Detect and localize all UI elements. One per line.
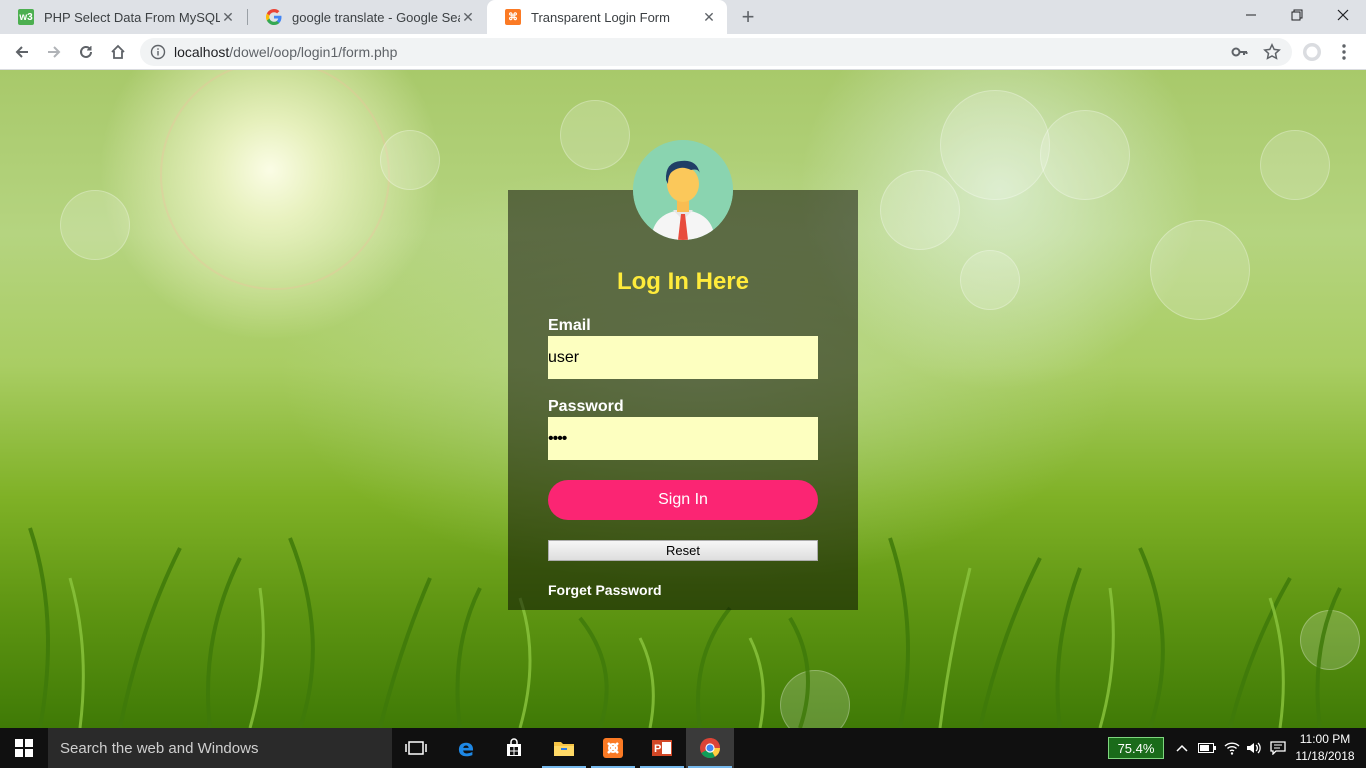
store-icon <box>507 738 521 756</box>
star-icon[interactable] <box>1262 42 1282 62</box>
password-label: Password <box>548 398 624 415</box>
tab-title: google translate - Google Search <box>292 9 460 25</box>
tab-title: PHP Select Data From MySQL <box>44 9 220 25</box>
chrome-icon <box>700 738 721 759</box>
start-button[interactable] <box>0 728 48 768</box>
bokeh-circle <box>60 190 130 260</box>
battery-indicator[interactable]: 75.4% <box>1108 737 1164 759</box>
store-app[interactable] <box>490 728 538 768</box>
w3schools-icon: w3 <box>18 9 34 25</box>
windows-logo-icon <box>15 739 33 757</box>
bokeh-circle <box>380 130 440 190</box>
email-label: Email <box>548 317 591 334</box>
url-host: localhost <box>174 44 230 60</box>
xampp-icon: ⌘ <box>505 9 521 25</box>
close-window-button[interactable] <box>1320 0 1366 30</box>
bokeh-circle <box>880 170 960 250</box>
notification-icon[interactable] <box>1268 738 1288 758</box>
folder-icon <box>554 742 574 756</box>
home-button[interactable] <box>104 38 132 66</box>
chrome-app[interactable] <box>686 728 734 768</box>
home-icon <box>111 44 125 59</box>
page-title: Log In Here <box>616 268 749 295</box>
restore-button[interactable] <box>1274 0 1320 30</box>
login-panel: Log In Here Email Password •••• Sign In … <box>508 140 858 610</box>
forward-button[interactable] <box>40 38 68 66</box>
edge-icon: e <box>457 734 475 762</box>
avatar <box>633 140 733 240</box>
tab-transparent-login[interactable]: ⌘ Transparent Login Form ✕ <box>487 0 727 34</box>
bokeh-circle <box>960 250 1020 310</box>
new-tab-button[interactable]: + <box>736 4 760 29</box>
powerpoint-icon: P <box>652 740 672 756</box>
password-field[interactable]: •••• <box>548 417 818 460</box>
forward-arrow-icon <box>48 46 61 58</box>
system-clock[interactable]: 11:00 PM 11/18/2018 <box>1292 731 1358 765</box>
reload-button[interactable] <box>72 38 100 66</box>
close-icon[interactable]: ✕ <box>220 9 236 25</box>
volume-icon[interactable] <box>1244 738 1264 758</box>
tab-strip: w3 PHP Select Data From MySQL ✕ google t… <box>0 0 1366 34</box>
close-icon[interactable]: ✕ <box>701 9 717 25</box>
address-bar[interactable]: localhost/dowel/oop/login1/form.php <box>140 38 1292 66</box>
powerpoint-app[interactable]: P <box>638 728 686 768</box>
url-path: /dowel/oop/login1/form.php <box>229 44 398 60</box>
search-placeholder: Search the web and Windows <box>60 739 259 757</box>
page-background: Log In Here Email Password •••• Sign In … <box>0 70 1366 728</box>
taskbar-search-box[interactable]: Search the web and Windows <box>48 728 392 768</box>
user-avatar-icon <box>633 140 733 240</box>
taskbar: Search the web and Windows e P 75.4% 11:… <box>0 728 1366 768</box>
task-view-button[interactable] <box>392 728 440 768</box>
close-icon[interactable]: ✕ <box>460 9 476 25</box>
svg-text:P: P <box>654 743 661 755</box>
lens-flare <box>160 70 390 290</box>
wifi-icon[interactable] <box>1222 738 1242 758</box>
minimize-button[interactable] <box>1228 0 1274 30</box>
info-icon[interactable] <box>150 44 166 60</box>
tab-google-translate[interactable]: google translate - Google Search ✕ <box>248 0 486 34</box>
tab-title: Transparent Login Form <box>531 9 670 25</box>
reload-icon <box>80 45 92 58</box>
bokeh-circle <box>560 100 630 170</box>
task-view-icon <box>405 741 427 755</box>
back-arrow-icon <box>15 46 28 58</box>
sign-in-button[interactable]: Sign In <box>548 480 818 520</box>
edge-app[interactable]: e <box>442 728 490 768</box>
file-explorer-app[interactable] <box>540 728 588 768</box>
bokeh-circle <box>1040 110 1130 200</box>
url-text: localhost/dowel/oop/login1/form.php <box>174 44 397 60</box>
bokeh-circle <box>1150 220 1250 320</box>
browser-toolbar: localhost/dowel/oop/login1/form.php <box>0 34 1366 70</box>
key-icon[interactable] <box>1230 42 1250 62</box>
google-icon <box>266 9 282 25</box>
chevron-up-icon[interactable] <box>1172 738 1192 758</box>
bokeh-circle <box>940 90 1050 200</box>
battery-icon[interactable] <box>1197 738 1217 758</box>
bokeh-circle <box>1260 130 1330 200</box>
email-field[interactable] <box>548 336 818 379</box>
xampp-icon <box>603 738 623 758</box>
profile-avatar-icon[interactable] <box>1302 42 1322 62</box>
clock-date: 11/18/2018 <box>1295 749 1355 763</box>
menu-icon[interactable] <box>1334 42 1354 62</box>
tab-php-select[interactable]: w3 PHP Select Data From MySQL ✕ <box>0 0 246 34</box>
back-button[interactable] <box>8 38 36 66</box>
forget-password-link[interactable]: Forget Password <box>548 582 662 598</box>
clock-time: 11:00 PM <box>1299 732 1351 746</box>
reset-button[interactable]: Reset <box>548 540 818 561</box>
xampp-app[interactable] <box>589 728 637 768</box>
